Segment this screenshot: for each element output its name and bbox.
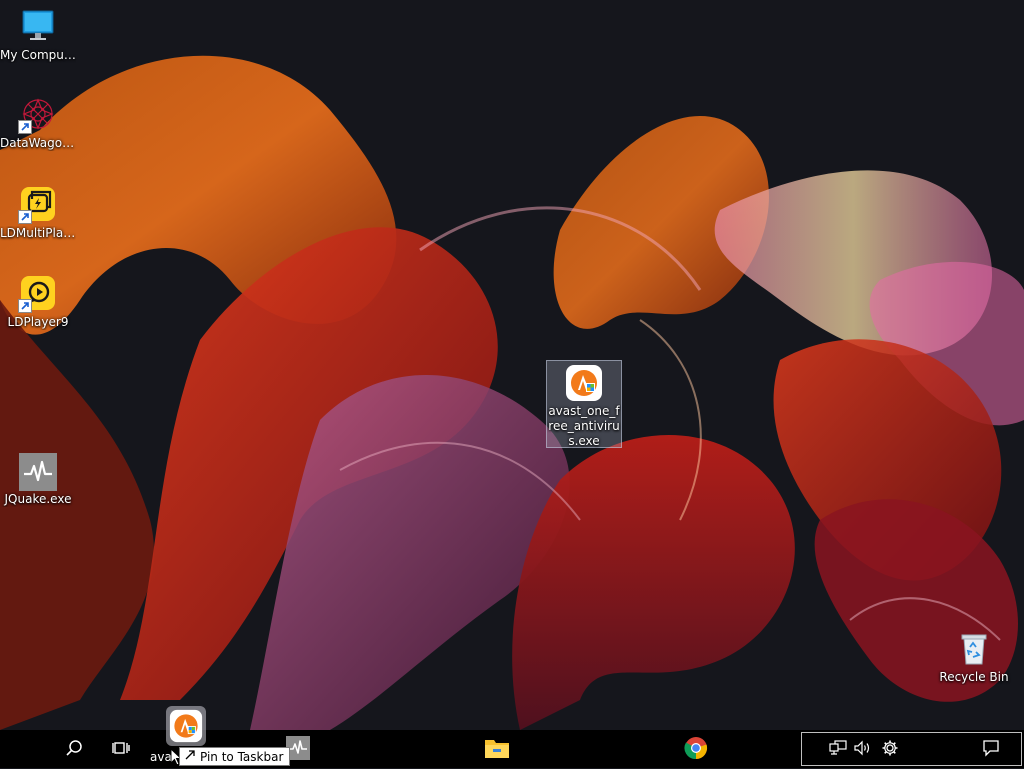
taskbar-search-button[interactable] (58, 730, 90, 768)
desktop-icon-label: DataWagon... (0, 136, 76, 150)
shortcut-arrow-icon (18, 299, 32, 313)
desktop-icon-ldplayer9[interactable]: LDPlayer9 (0, 275, 76, 330)
drag-label: ava (150, 750, 172, 764)
desktop-icon-label: Recycle Bin (939, 670, 1009, 684)
search-icon (65, 739, 83, 760)
task-view-icon (112, 739, 130, 760)
desktop-icon-label: avast_one_free_antivirus.exe (548, 404, 620, 448)
desktop-icon-ldmultiplayer[interactable]: LDMultiPlay... (0, 186, 76, 241)
recycle-bin-icon (956, 630, 992, 666)
desktop-icon-label: JQuake.exe (4, 492, 72, 506)
file-explorer-icon (484, 737, 510, 762)
pin-to-taskbar-tooltip: Pin to Taskbar (179, 747, 291, 766)
shortcut-arrow-icon (18, 210, 32, 224)
taskbar-file-explorer-button[interactable] (480, 730, 514, 768)
avast-icon (566, 364, 602, 401)
desktop-wallpaper (0, 0, 1024, 730)
network-icon (829, 739, 847, 759)
pin-arrow-icon (184, 749, 196, 764)
notification-icon (982, 739, 1000, 760)
desktop-icon-datawagon[interactable]: DataWagon... (0, 96, 76, 151)
ldplayer-icon (18, 275, 56, 313)
shortcut-arrow-icon (18, 120, 32, 134)
taskbar-task-view-button[interactable] (105, 730, 137, 768)
desktop-icon-my-computer[interactable]: My Computer (0, 8, 76, 63)
desktop-icon-avast-installer[interactable]: avast_one_free_antivirus.exe (546, 360, 622, 448)
tray-settings-button[interactable] (879, 730, 901, 768)
chrome-icon (684, 736, 708, 763)
monitor-icon (20, 8, 56, 44)
tray-notification-button[interactable] (979, 730, 1003, 768)
system-tray (801, 732, 1022, 766)
desktop-icon-label: LDMultiPlay... (0, 226, 76, 240)
volume-icon (854, 740, 872, 759)
desktop-icon-label: LDPlayer9 (7, 315, 69, 329)
desktop-icon-recycle-bin[interactable]: Recycle Bin (936, 630, 1012, 685)
drag-ghost-avast-icon (166, 706, 206, 746)
tray-network-button[interactable] (827, 730, 849, 768)
settings-icon (881, 739, 899, 760)
desktop-icon-label: My Computer (0, 48, 76, 62)
datawagon-icon (18, 96, 56, 134)
ldmultiplayer-icon (18, 186, 56, 224)
tooltip-text: Pin to Taskbar (200, 749, 284, 764)
desktop-icon-jquake[interactable]: JQuake.exe (0, 452, 76, 507)
jquake-icon (19, 452, 57, 491)
tray-volume-button[interactable] (852, 730, 874, 768)
taskbar-chrome-button[interactable] (680, 730, 712, 768)
